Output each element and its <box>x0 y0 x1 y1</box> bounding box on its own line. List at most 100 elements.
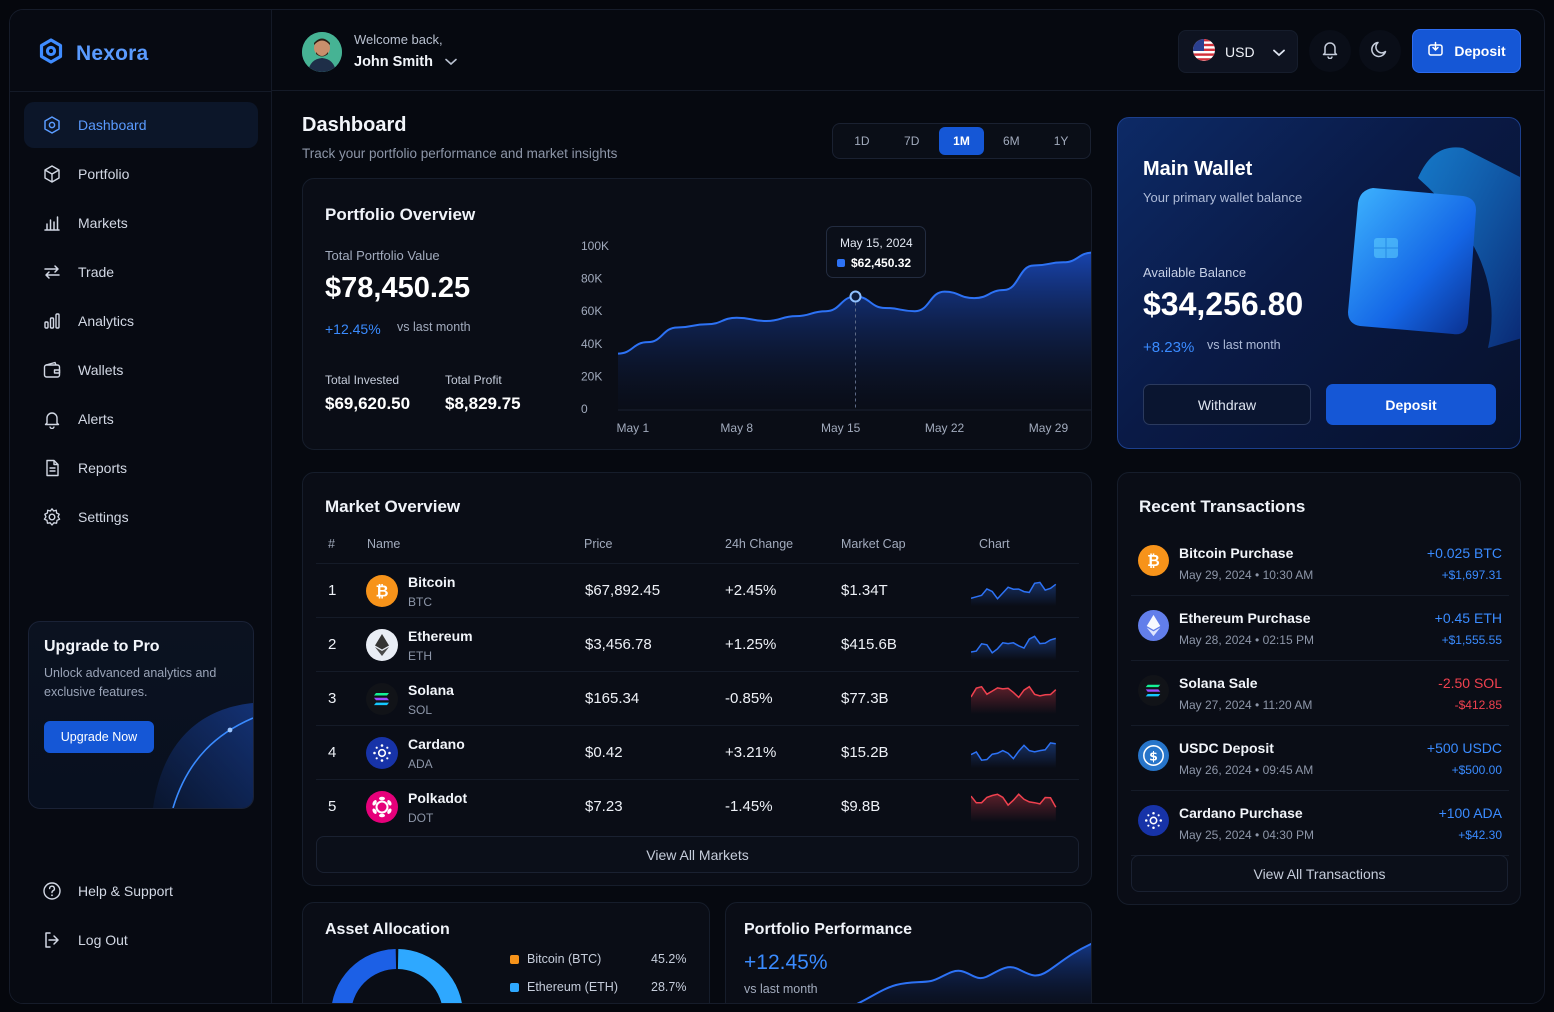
wallet-icon <box>43 361 61 378</box>
card-title: Recent Transactions <box>1139 497 1306 516</box>
range-tab-6m[interactable]: 6M <box>988 127 1034 155</box>
sidebar-item-dashboard[interactable]: Dashboard <box>24 102 258 148</box>
time-range-selector: 1D 7D 1M 6M 1Y <box>832 123 1091 159</box>
change-cell: +1.25% <box>725 636 777 653</box>
card-illustration <box>1348 147 1520 348</box>
col-header-market-cap[interactable]: Market Cap <box>841 537 906 551</box>
sparkline <box>971 685 1057 714</box>
view-all-markets-button[interactable]: View All Markets <box>316 836 1079 873</box>
transaction-date: May 28, 2024 • 02:15 PM <box>1179 633 1314 647</box>
performance-sparkline <box>856 942 1091 1003</box>
table-row[interactable]: 4 Cardano ADA $0.42 +3.21% $15.2B <box>316 725 1079 779</box>
transaction-item[interactable]: $ USDC Deposit May 26, 2024 • 09:45 AM +500… <box>1131 726 1509 791</box>
price-cell: $67,892.45 <box>585 582 661 599</box>
deposit-button[interactable]: Deposit <box>1412 29 1521 73</box>
transaction-item[interactable]: ₿ Bitcoin Purchase May 29, 2024 • 10:30 AM… <box>1131 531 1509 596</box>
currency-selector[interactable]: USD <box>1178 30 1298 73</box>
user-menu[interactable]: John Smith <box>354 54 457 70</box>
wallet-deposit-button[interactable]: Deposit <box>1326 384 1496 425</box>
sidebar-item-analytics[interactable]: Analytics <box>24 298 258 344</box>
table-row[interactable]: 2 Ethereum ETH $3,456.78 +1.25% $415.6B <box>316 617 1079 671</box>
svg-text:$: $ <box>1149 748 1158 763</box>
coin-name: Polkadot <box>408 790 468 806</box>
withdraw-button[interactable]: Withdraw <box>1143 384 1311 425</box>
transaction-item[interactable]: Solana Sale May 27, 2024 • 11:20 AM -2.50 … <box>1131 661 1509 726</box>
donut-segment[interactable] <box>397 949 462 1004</box>
table-row[interactable]: 3 Solana SOL $165.34 -0.85% $77.3B <box>316 671 1079 725</box>
bell-icon <box>44 412 60 429</box>
transaction-item[interactable]: Ethereum Purchase May 28, 2024 • 02:15 PM… <box>1131 596 1509 661</box>
sidebar-item-label: Wallets <box>78 362 124 378</box>
range-tab-1m[interactable]: 1M <box>938 127 985 155</box>
x-tick-label: May 29 <box>1029 421 1069 435</box>
transaction-date: May 26, 2024 • 09:45 AM <box>1179 763 1314 777</box>
col-header-change[interactable]: 24h Change <box>725 537 793 551</box>
sidebar-item-settings[interactable]: Settings <box>24 494 258 540</box>
cardano-icon <box>366 737 398 769</box>
sidebar-item-label: Trade <box>78 264 115 280</box>
sidebar-item-label: Alerts <box>78 411 114 427</box>
sidebar-item-alerts[interactable]: Alerts <box>24 396 258 442</box>
transaction-date: May 25, 2024 • 04:30 PM <box>1179 828 1314 842</box>
svg-text:₿: ₿ <box>375 582 388 601</box>
price-cell: $0.42 <box>585 744 623 761</box>
logout-icon <box>45 932 59 948</box>
deposit-icon <box>1427 41 1444 61</box>
transaction-amount: +0.45 ETH <box>1434 610 1502 626</box>
donut-segment[interactable] <box>332 949 397 1004</box>
avatar[interactable] <box>302 32 342 72</box>
invested-value: $69,620.50 <box>325 394 411 413</box>
transaction-amount: -2.50 SOL <box>1438 675 1502 691</box>
help-icon <box>43 882 61 900</box>
legend-swatch <box>510 954 519 964</box>
sidebar-item-wallets[interactable]: Wallets <box>24 347 258 393</box>
theme-toggle-button[interactable] <box>1359 30 1401 72</box>
promo-title: Upgrade to Pro <box>44 638 160 655</box>
sidebar-item-label: Analytics <box>78 313 135 329</box>
transaction-usd: +$1,697.31 <box>1441 568 1502 582</box>
sparkline <box>971 742 1056 768</box>
wallet-title: Main Wallet <box>1143 158 1253 180</box>
table-row[interactable]: 1 ₿ Bitcoin BTC $67,892.45 +2.45% $1.34T <box>316 563 1079 617</box>
transaction-item[interactable]: Cardano Purchase May 25, 2024 • 04:30 PM +… <box>1131 791 1509 856</box>
rank-cell: 1 <box>328 582 337 599</box>
recent-transactions-card: Recent Transactions ₿ Bitcoin Purchase May… <box>1117 472 1521 905</box>
balance-label: Available Balance <box>1143 265 1247 280</box>
allocation-donut-chart[interactable] <box>327 945 467 1004</box>
legend-item: Ethereum (ETH) <box>510 980 618 994</box>
y-tick-label: 80K <box>581 272 602 286</box>
col-header-name[interactable]: Name <box>367 537 400 551</box>
page-title: Dashboard <box>302 114 407 136</box>
view-all-transactions-button[interactable]: View All Transactions <box>1131 855 1508 892</box>
sidebar-nav: Dashboard Portfolio Markets Trade Analytics W… <box>24 102 258 543</box>
sidebar-item-help-support[interactable]: Help & Support <box>24 868 258 914</box>
promo-decoration <box>153 703 253 808</box>
coin-symbol: ETH <box>408 649 432 663</box>
sidebar-item-log-out[interactable]: Log Out <box>24 917 258 963</box>
sidebar-item-trade[interactable]: Trade <box>24 249 258 295</box>
range-tab-7d[interactable]: 7D <box>889 127 935 155</box>
sidebar-bottom-nav: Help & Support Log Out <box>24 868 258 966</box>
sidebar-item-label: Settings <box>78 509 129 525</box>
rank-cell: 4 <box>328 744 337 761</box>
change-cell: -1.45% <box>725 798 773 815</box>
asset-allocation-card: Asset Allocation Bitcoin (BTC) 45.2% Eth… <box>302 902 710 1004</box>
range-tab-1y[interactable]: 1Y <box>1038 127 1084 155</box>
col-header-price[interactable]: Price <box>584 537 612 551</box>
transaction-usd: -$412.85 <box>1454 698 1502 712</box>
market-cap-cell: $1.34T <box>841 582 888 599</box>
sidebar-item-reports[interactable]: Reports <box>24 445 258 491</box>
range-tab-1d[interactable]: 1D <box>839 127 885 155</box>
profit-value: $8,829.75 <box>445 394 521 413</box>
brand[interactable]: Nexora <box>38 38 148 69</box>
sidebar-item-label: Help & Support <box>78 883 173 899</box>
portfolio-icon <box>44 165 60 183</box>
logo-icon <box>38 38 64 69</box>
chevron-down-icon <box>445 54 457 70</box>
sidebar-item-markets[interactable]: Markets <box>24 200 258 246</box>
wallet-change: +8.23% <box>1143 339 1195 356</box>
table-row[interactable]: 5 Polkadot DOT $7.23 -1.45% $9.8B <box>316 779 1079 833</box>
sidebar-item-portfolio[interactable]: Portfolio <box>24 151 258 197</box>
hover-point[interactable] <box>849 290 862 303</box>
notifications-button[interactable] <box>1309 30 1351 72</box>
